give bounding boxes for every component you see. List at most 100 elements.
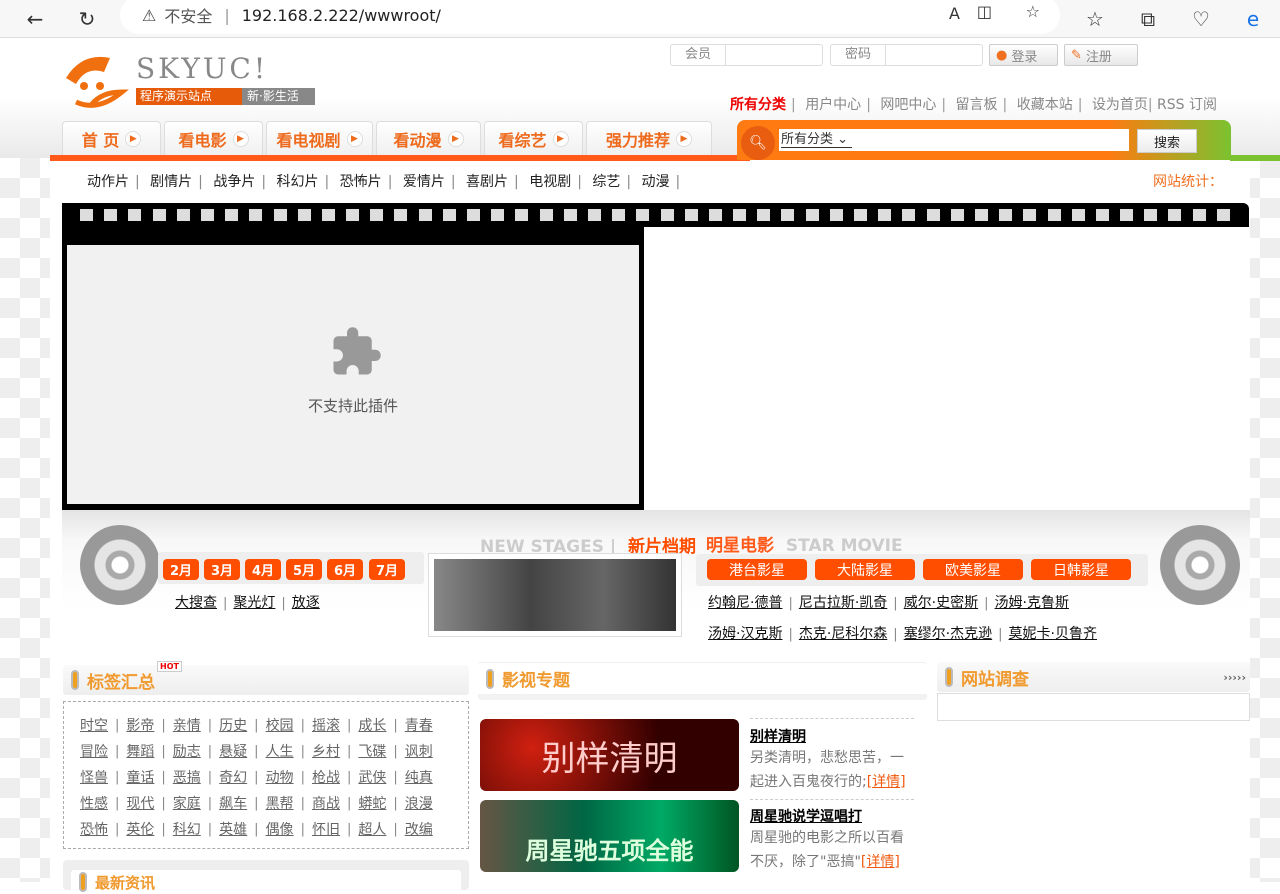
- tag-link[interactable]: 青春: [405, 715, 433, 735]
- tag-link[interactable]: 现代: [126, 793, 154, 813]
- tag-link[interactable]: 黑帮: [266, 793, 294, 813]
- tag-link[interactable]: 英伦: [126, 819, 154, 839]
- tab-movies[interactable]: 看电影 ▶: [164, 121, 263, 155]
- tab-home[interactable]: 首 页 ▶: [62, 121, 161, 155]
- topic-image[interactable]: 周星驰五项全能: [480, 800, 739, 872]
- tag-link[interactable]: 枪战: [312, 767, 340, 787]
- tag-link[interactable]: 童话: [126, 767, 154, 787]
- collections-icon[interactable]: ⧉: [1133, 4, 1163, 34]
- link-netbar-center[interactable]: 网吧中心: [880, 97, 936, 113]
- star-tab-active[interactable]: 欧美影星: [923, 559, 1023, 580]
- movie-link[interactable]: 大搜查: [175, 595, 217, 611]
- edge-icon[interactable]: e: [1238, 4, 1268, 34]
- star-link[interactable]: 威尔·史密斯: [904, 595, 978, 611]
- tag-link[interactable]: 偶像: [266, 819, 294, 839]
- tag-link[interactable]: 飙车: [219, 793, 247, 813]
- cat-comedy[interactable]: 喜剧片: [466, 174, 508, 190]
- movie-poster[interactable]: [428, 553, 682, 637]
- month-tab[interactable]: 4月: [245, 559, 281, 580]
- tag-link[interactable]: 讽刺: [405, 741, 433, 761]
- cat-tv[interactable]: 电视剧: [529, 174, 571, 190]
- read-aloud-icon[interactable]: A: [949, 4, 960, 23]
- movie-link[interactable]: 聚光灯: [233, 595, 275, 611]
- tag-link[interactable]: 摇滚: [312, 715, 340, 735]
- register-button[interactable]: ✎ 注册: [1064, 44, 1138, 66]
- tag-link[interactable]: 时空: [80, 715, 108, 735]
- star-link[interactable]: 汤姆·克鲁斯: [995, 595, 1069, 611]
- cat-horror[interactable]: 恐怖片: [340, 174, 382, 190]
- tab-variety[interactable]: 看综艺 ▶: [484, 121, 583, 155]
- tag-link[interactable]: 科幻: [173, 819, 201, 839]
- tag-link[interactable]: 影帝: [126, 715, 154, 735]
- star-tab[interactable]: 港台影星: [707, 559, 807, 580]
- tag-link[interactable]: 亲情: [173, 715, 201, 735]
- health-icon[interactable]: ♡: [1186, 4, 1216, 34]
- topic-title[interactable]: 别样清明: [750, 726, 806, 746]
- tab-tv[interactable]: 看电视剧 ▶: [266, 121, 373, 155]
- star-link[interactable]: 尼古拉斯·凯奇: [799, 595, 887, 611]
- tag-link[interactable]: 纯真: [405, 767, 433, 787]
- tag-link[interactable]: 乡村: [312, 741, 340, 761]
- favorites-icon[interactable]: ☆: [1080, 4, 1110, 34]
- tag-link[interactable]: 奇幻: [219, 767, 247, 787]
- star-link[interactable]: 莫妮卡·贝鲁齐: [1009, 626, 1097, 642]
- tag-link[interactable]: 蟒蛇: [358, 793, 386, 813]
- tag-link[interactable]: 舞蹈: [126, 741, 154, 761]
- movie-link[interactable]: 放逐: [292, 595, 320, 611]
- tag-link[interactable]: 飞碟: [358, 741, 386, 761]
- login-button[interactable]: ● 登录: [989, 44, 1058, 66]
- tag-link[interactable]: 成长: [358, 715, 386, 735]
- tag-link[interactable]: 性感: [80, 793, 108, 813]
- cat-drama[interactable]: 剧情片: [150, 174, 192, 190]
- link-set-homepage[interactable]: 设为首页: [1092, 97, 1148, 113]
- tag-link[interactable]: 人生: [266, 741, 294, 761]
- details-link[interactable]: [详情]: [867, 774, 906, 790]
- month-tab-active[interactable]: 7月: [369, 559, 405, 580]
- tab-recommend[interactable]: 强力推荐 ▶: [586, 121, 712, 155]
- link-user-center[interactable]: 用户中心: [805, 97, 861, 113]
- tag-link[interactable]: 浪漫: [405, 793, 433, 813]
- link-all-categories[interactable]: 所有分类: [730, 97, 786, 113]
- tag-link[interactable]: 动物: [266, 767, 294, 787]
- star-link[interactable]: 约翰尼·德普: [708, 595, 782, 611]
- tag-link[interactable]: 家庭: [173, 793, 201, 813]
- tag-link[interactable]: 怪兽: [80, 767, 108, 787]
- tag-link[interactable]: 商战: [312, 793, 340, 813]
- link-bookmark[interactable]: 收藏本站: [1017, 97, 1073, 113]
- month-tab[interactable]: 3月: [204, 559, 240, 580]
- tag-link[interactable]: 悬疑: [219, 741, 247, 761]
- cat-scifi[interactable]: 科幻片: [277, 174, 319, 190]
- tag-link[interactable]: 冒险: [80, 741, 108, 761]
- category-select[interactable]: 所有分类 ⌄: [781, 132, 853, 148]
- month-tab[interactable]: 5月: [286, 559, 322, 580]
- password-field[interactable]: 密码: [830, 44, 983, 66]
- search-button[interactable]: 搜索: [1137, 129, 1197, 153]
- star-link[interactable]: 杰克·尼科尔森: [799, 626, 887, 642]
- favorite-star-icon[interactable]: ☆: [1026, 2, 1040, 21]
- refresh-icon[interactable]: ↻: [72, 4, 102, 34]
- cat-variety[interactable]: 综艺: [592, 174, 620, 190]
- member-field[interactable]: 会员: [670, 44, 823, 66]
- tag-link[interactable]: 英雄: [219, 819, 247, 839]
- tag-link[interactable]: 励志: [173, 741, 201, 761]
- split-view-icon[interactable]: ◫: [977, 2, 992, 21]
- star-tab[interactable]: 大陆影星: [815, 559, 915, 580]
- more-link[interactable]: ›››››: [1223, 671, 1246, 684]
- tag-link[interactable]: 恐怖: [80, 819, 108, 839]
- star-link[interactable]: 塞缪尔·杰克逊: [904, 626, 992, 642]
- tag-link[interactable]: 超人: [358, 819, 386, 839]
- cat-action[interactable]: 动作片: [87, 174, 129, 190]
- back-icon[interactable]: ←: [20, 4, 50, 34]
- month-tab[interactable]: 6月: [327, 559, 363, 580]
- tag-link[interactable]: 武侠: [358, 767, 386, 787]
- address-bar[interactable]: ⚠ 不安全 | 192.168.2.222/wwwroot/ A ◫ ☆: [120, 0, 1060, 34]
- link-rss[interactable]: RSS 订阅: [1157, 97, 1217, 113]
- cat-anime[interactable]: 动漫: [642, 174, 670, 190]
- search-input[interactable]: 所有分类 ⌄: [779, 129, 1129, 151]
- star-tab[interactable]: 日韩影星: [1031, 559, 1131, 580]
- topic-image[interactable]: 别样清明: [480, 719, 739, 791]
- topic-title[interactable]: 周星驰说学逗唱打: [750, 806, 862, 826]
- cat-romance[interactable]: 爱情片: [403, 174, 445, 190]
- tag-link[interactable]: 改编: [405, 819, 433, 839]
- month-tab[interactable]: 2月: [163, 559, 199, 580]
